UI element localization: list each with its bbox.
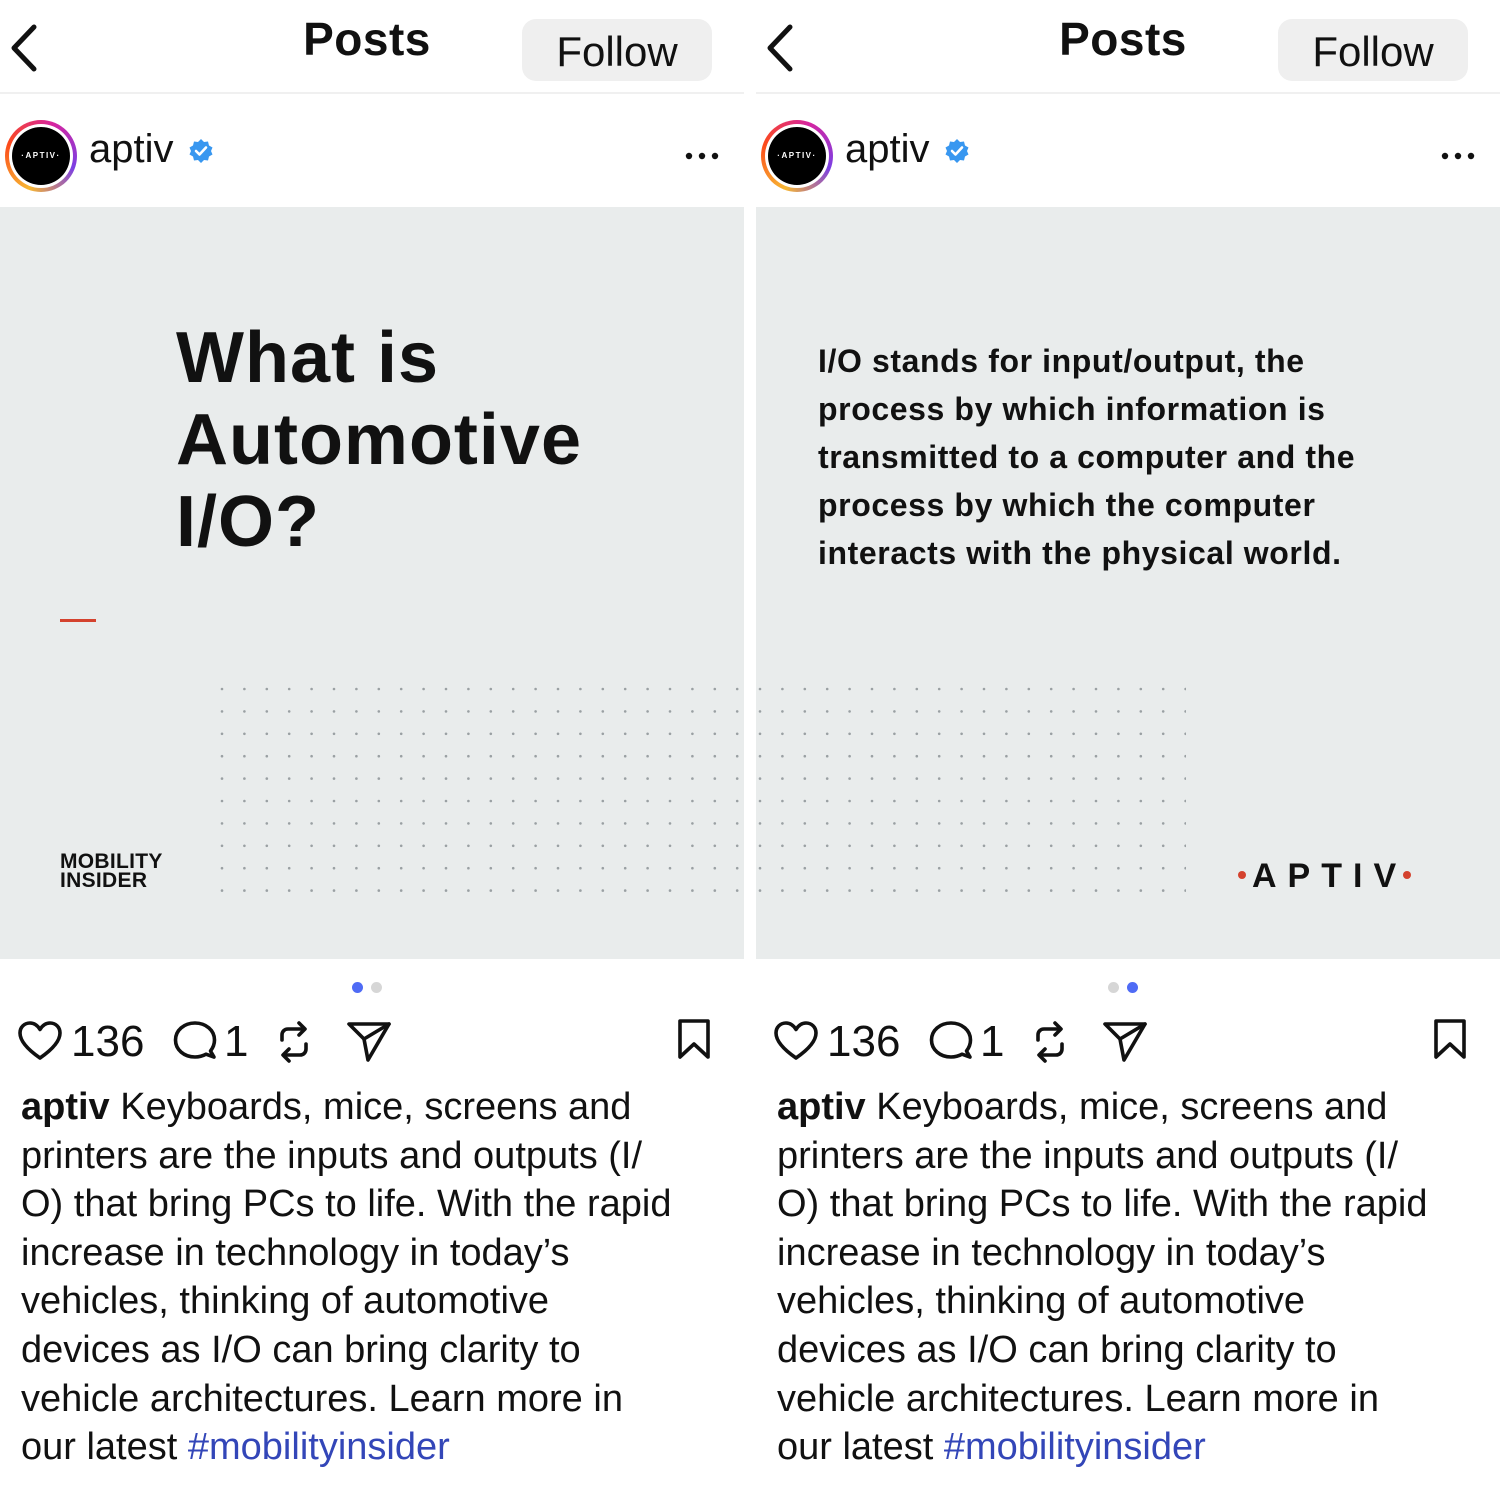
avatar-logo: ·APTIV· xyxy=(12,127,70,185)
caption-line: vehicle architectures. Learn more in xyxy=(21,1377,623,1420)
slide-body-line: process by which information is xyxy=(818,391,1326,427)
carousel-dot-active xyxy=(352,982,363,993)
carousel-indicator xyxy=(1108,982,1138,994)
carousel-indicator xyxy=(352,982,382,994)
top-bar: Posts Follow xyxy=(756,0,1500,94)
post-screen-2: Posts Follow ·APTIV· aptiv I/O stands fo… xyxy=(756,0,1500,1500)
caption-line: O) that bring PCs to life. With the rapi… xyxy=(777,1183,1428,1226)
slide-body-text: I/O stands for input/output, the process… xyxy=(818,337,1355,577)
caption-line: aptiv Keyboards, mice, screens and xyxy=(21,1083,731,1132)
caption-text: our latest xyxy=(21,1426,188,1469)
comment-bubble-icon[interactable] xyxy=(172,1020,218,1064)
follow-button[interactable]: Follow xyxy=(1278,19,1468,81)
bookmark-icon[interactable] xyxy=(1432,1018,1468,1060)
comment-count: 1 xyxy=(224,1017,249,1066)
verified-badge-icon xyxy=(945,139,969,163)
caption-line: O) that bring PCs to life. With the rapi… xyxy=(21,1183,672,1226)
send-icon[interactable] xyxy=(1102,1020,1148,1064)
post-header: ·APTIV· aptiv xyxy=(0,94,744,206)
hashtag-link[interactable]: #mobilityinsider xyxy=(944,1426,1206,1468)
repost-icon[interactable] xyxy=(1030,1020,1070,1064)
heart-icon[interactable] xyxy=(773,1020,819,1062)
logo-dot xyxy=(1238,871,1246,880)
caption-line: vehicle architectures. Learn more in xyxy=(777,1377,1379,1420)
caption-line: printers are the inputs and outputs (I/ xyxy=(21,1134,643,1177)
slide-body-line: transmitted to a computer and the xyxy=(818,439,1356,475)
slide-title: What is Automotive I/O? xyxy=(176,317,582,563)
post-image-slide-1[interactable]: What is Automotive I/O? MOBILITY INSIDER xyxy=(0,207,744,959)
carousel-dot-active xyxy=(1127,982,1138,993)
account-name[interactable]: aptiv xyxy=(89,127,174,172)
caption-text: Keyboards, mice, screens and xyxy=(876,1086,1388,1128)
avatar[interactable]: ·APTIV· xyxy=(761,120,833,192)
caption-line: printers are the inputs and outputs (I/ xyxy=(777,1134,1399,1177)
caption-text: Keyboards, mice, screens and xyxy=(120,1086,632,1128)
slide-title-line: I/O? xyxy=(176,482,320,562)
dot-grid-pattern xyxy=(758,687,1186,892)
more-horizontal-icon[interactable] xyxy=(680,144,724,168)
accent-dash xyxy=(60,619,96,622)
like-count: 136 xyxy=(827,1017,901,1066)
mobility-insider-logo: MOBILITY INSIDER xyxy=(60,851,163,892)
caption-line: our latest #mobilityinsider xyxy=(777,1423,1487,1472)
dot-grid-pattern xyxy=(220,687,739,892)
more-horizontal-icon[interactable] xyxy=(1436,144,1480,168)
follow-button[interactable]: Follow xyxy=(522,19,712,81)
hashtag-link[interactable]: #mobilityinsider xyxy=(188,1426,450,1468)
comment-count: 1 xyxy=(980,1017,1005,1066)
like-count: 136 xyxy=(71,1017,145,1066)
carousel-dot xyxy=(371,982,382,993)
post-caption: aptiv Keyboards, mice, screens and print… xyxy=(777,1083,1487,1472)
post-caption: aptiv Keyboards, mice, screens and print… xyxy=(21,1083,731,1472)
caption-line: devices as I/O can bring clarity to xyxy=(21,1328,581,1371)
slide-body-line: process by which the computer xyxy=(818,487,1316,523)
caption-line: devices as I/O can bring clarity to xyxy=(777,1328,1337,1371)
caption-username[interactable]: aptiv xyxy=(777,1086,866,1128)
action-bar: 136 1 xyxy=(756,1010,1500,1080)
post-header: ·APTIV· aptiv xyxy=(756,94,1500,206)
caption-line: increase in technology in today’s xyxy=(21,1231,570,1274)
post-image-slide-2[interactable]: I/O stands for input/output, the process… xyxy=(756,207,1500,959)
aptiv-logo: APTIV xyxy=(1238,857,1417,896)
send-icon[interactable] xyxy=(346,1020,392,1064)
screenshot-divider xyxy=(744,0,756,1500)
slide-title-line: What is xyxy=(176,318,440,398)
caption-text: our latest xyxy=(777,1426,944,1469)
verified-badge-icon xyxy=(189,139,213,163)
caption-line: increase in technology in today’s xyxy=(777,1231,1326,1274)
caption-line: vehicles, thinking of automotive xyxy=(21,1280,550,1323)
slide-body-line: interacts with the physical world. xyxy=(818,535,1342,571)
post-screen-1: Posts Follow ·APTIV· aptiv What is Autom… xyxy=(0,0,744,1500)
slide-body-line: I/O stands for input/output, the xyxy=(818,343,1305,379)
caption-line: our latest #mobilityinsider xyxy=(21,1423,731,1472)
caption-line: vehicles, thinking of automotive xyxy=(777,1280,1306,1323)
logo-dot xyxy=(1403,871,1412,880)
bookmark-icon[interactable] xyxy=(676,1018,712,1060)
caption-line: aptiv Keyboards, mice, screens and xyxy=(777,1083,1487,1132)
avatar-logo: ·APTIV· xyxy=(768,127,826,185)
caption-username[interactable]: aptiv xyxy=(21,1086,110,1128)
slide-title-line: Automotive xyxy=(176,400,582,480)
account-name[interactable]: aptiv xyxy=(845,127,930,172)
action-bar: 136 1 xyxy=(0,1010,744,1080)
heart-icon[interactable] xyxy=(17,1020,63,1062)
comment-bubble-icon[interactable] xyxy=(928,1020,974,1064)
avatar[interactable]: ·APTIV· xyxy=(5,120,77,192)
carousel-dot xyxy=(1108,982,1119,993)
logo-wordmark: APTIV xyxy=(1252,857,1408,895)
top-bar: Posts Follow xyxy=(0,0,744,94)
repost-icon[interactable] xyxy=(274,1020,314,1064)
logo-line: INSIDER xyxy=(60,869,148,892)
